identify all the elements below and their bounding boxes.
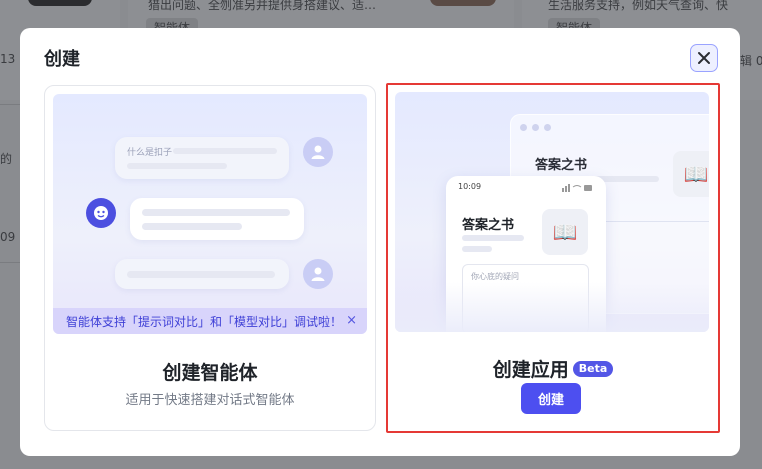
question-bubble: [115, 259, 289, 289]
close-button[interactable]: [690, 44, 718, 72]
create-app-button[interactable]: 创建: [521, 383, 581, 414]
placeholder-bar: [173, 148, 277, 154]
user-avatar: [303, 259, 333, 289]
background-divider: [0, 262, 20, 263]
window-title: 答案之书: [535, 158, 588, 173]
placeholder-bar: [142, 209, 290, 216]
background-thumbnail: [28, 0, 92, 6]
illustration-fade: [395, 282, 709, 332]
background-number: 的: [0, 152, 13, 166]
placeholder-bar: [127, 163, 227, 169]
dialog-title: 创建: [44, 49, 80, 70]
phone-input-placeholder: 你心底的疑问: [471, 272, 519, 281]
user-icon: [311, 145, 325, 159]
app-option-title: 创建应用 Beta: [388, 355, 718, 382]
agent-illustration: 什么是扣子 智能体支持「提示词对比」和「模型对比」调试啦！ ×: [53, 94, 367, 334]
create-agent-option[interactable]: 什么是扣子 智能体支持「提示词对比」和「模型对比」调试啦！ × 创建智能体 适用…: [44, 85, 376, 431]
user-icon: [311, 267, 325, 281]
app-illustration: 答案之书 📖 10:09 答案之书 📖 你心底的疑问: [395, 92, 709, 332]
answer-bubble: [130, 198, 304, 240]
banner-close-icon[interactable]: ×: [346, 313, 357, 328]
background-number: 09: [0, 230, 16, 244]
background-snippet: 生活服务支持，例如天气查询、快: [548, 0, 729, 12]
placeholder-bar: [462, 235, 524, 241]
phone-time: 10:09: [458, 182, 482, 191]
placeholder-bar: [462, 246, 492, 252]
banner-text: 智能体支持「提示词对比」和「模型对比」调试啦！: [66, 314, 343, 329]
book-icon: 📖: [673, 151, 709, 197]
create-dialog: 创建 什么是扣子 智能体支持「提示词对比」和「模型对比」调试啦！ × 创建智能体…: [20, 28, 740, 456]
agent-option-description: 适用于快速搭建对话式智能体: [125, 393, 295, 408]
placeholder-bar: [142, 223, 242, 230]
book-icon: 📖: [542, 209, 588, 255]
feature-banner: 智能体支持「提示词对比」和「模型对比」调试啦！ ×: [53, 308, 367, 334]
agent-option-title: 创建智能体: [162, 362, 258, 384]
background-snippet: 猎出问题、全刎准另并提供身搭建议、适…: [148, 0, 377, 12]
background-number: 13: [0, 52, 16, 66]
background-thumbnail: [430, 0, 496, 6]
beta-badge: Beta: [572, 360, 614, 377]
app-option-title-text: 创建应用: [492, 359, 569, 381]
background-snippet: 辑 0: [740, 54, 762, 68]
window-dot: [532, 124, 539, 131]
window-dot: [544, 124, 551, 131]
create-app-option[interactable]: 答案之书 📖 10:09 答案之书 📖 你心底的疑问 创建应用 Beta 创建: [386, 83, 720, 433]
bot-icon: [94, 206, 108, 220]
phone-title: 答案之书: [462, 218, 515, 233]
background-divider: [0, 104, 20, 105]
user-avatar: [303, 137, 333, 167]
question-bubble: 什么是扣子: [115, 137, 289, 179]
window-dot: [520, 124, 527, 131]
bot-avatar: [86, 198, 116, 228]
close-icon: [698, 52, 710, 64]
placeholder-bar: [127, 271, 275, 278]
phone-status-icons: [562, 184, 592, 192]
question-text: 什么是扣子: [127, 148, 173, 158]
